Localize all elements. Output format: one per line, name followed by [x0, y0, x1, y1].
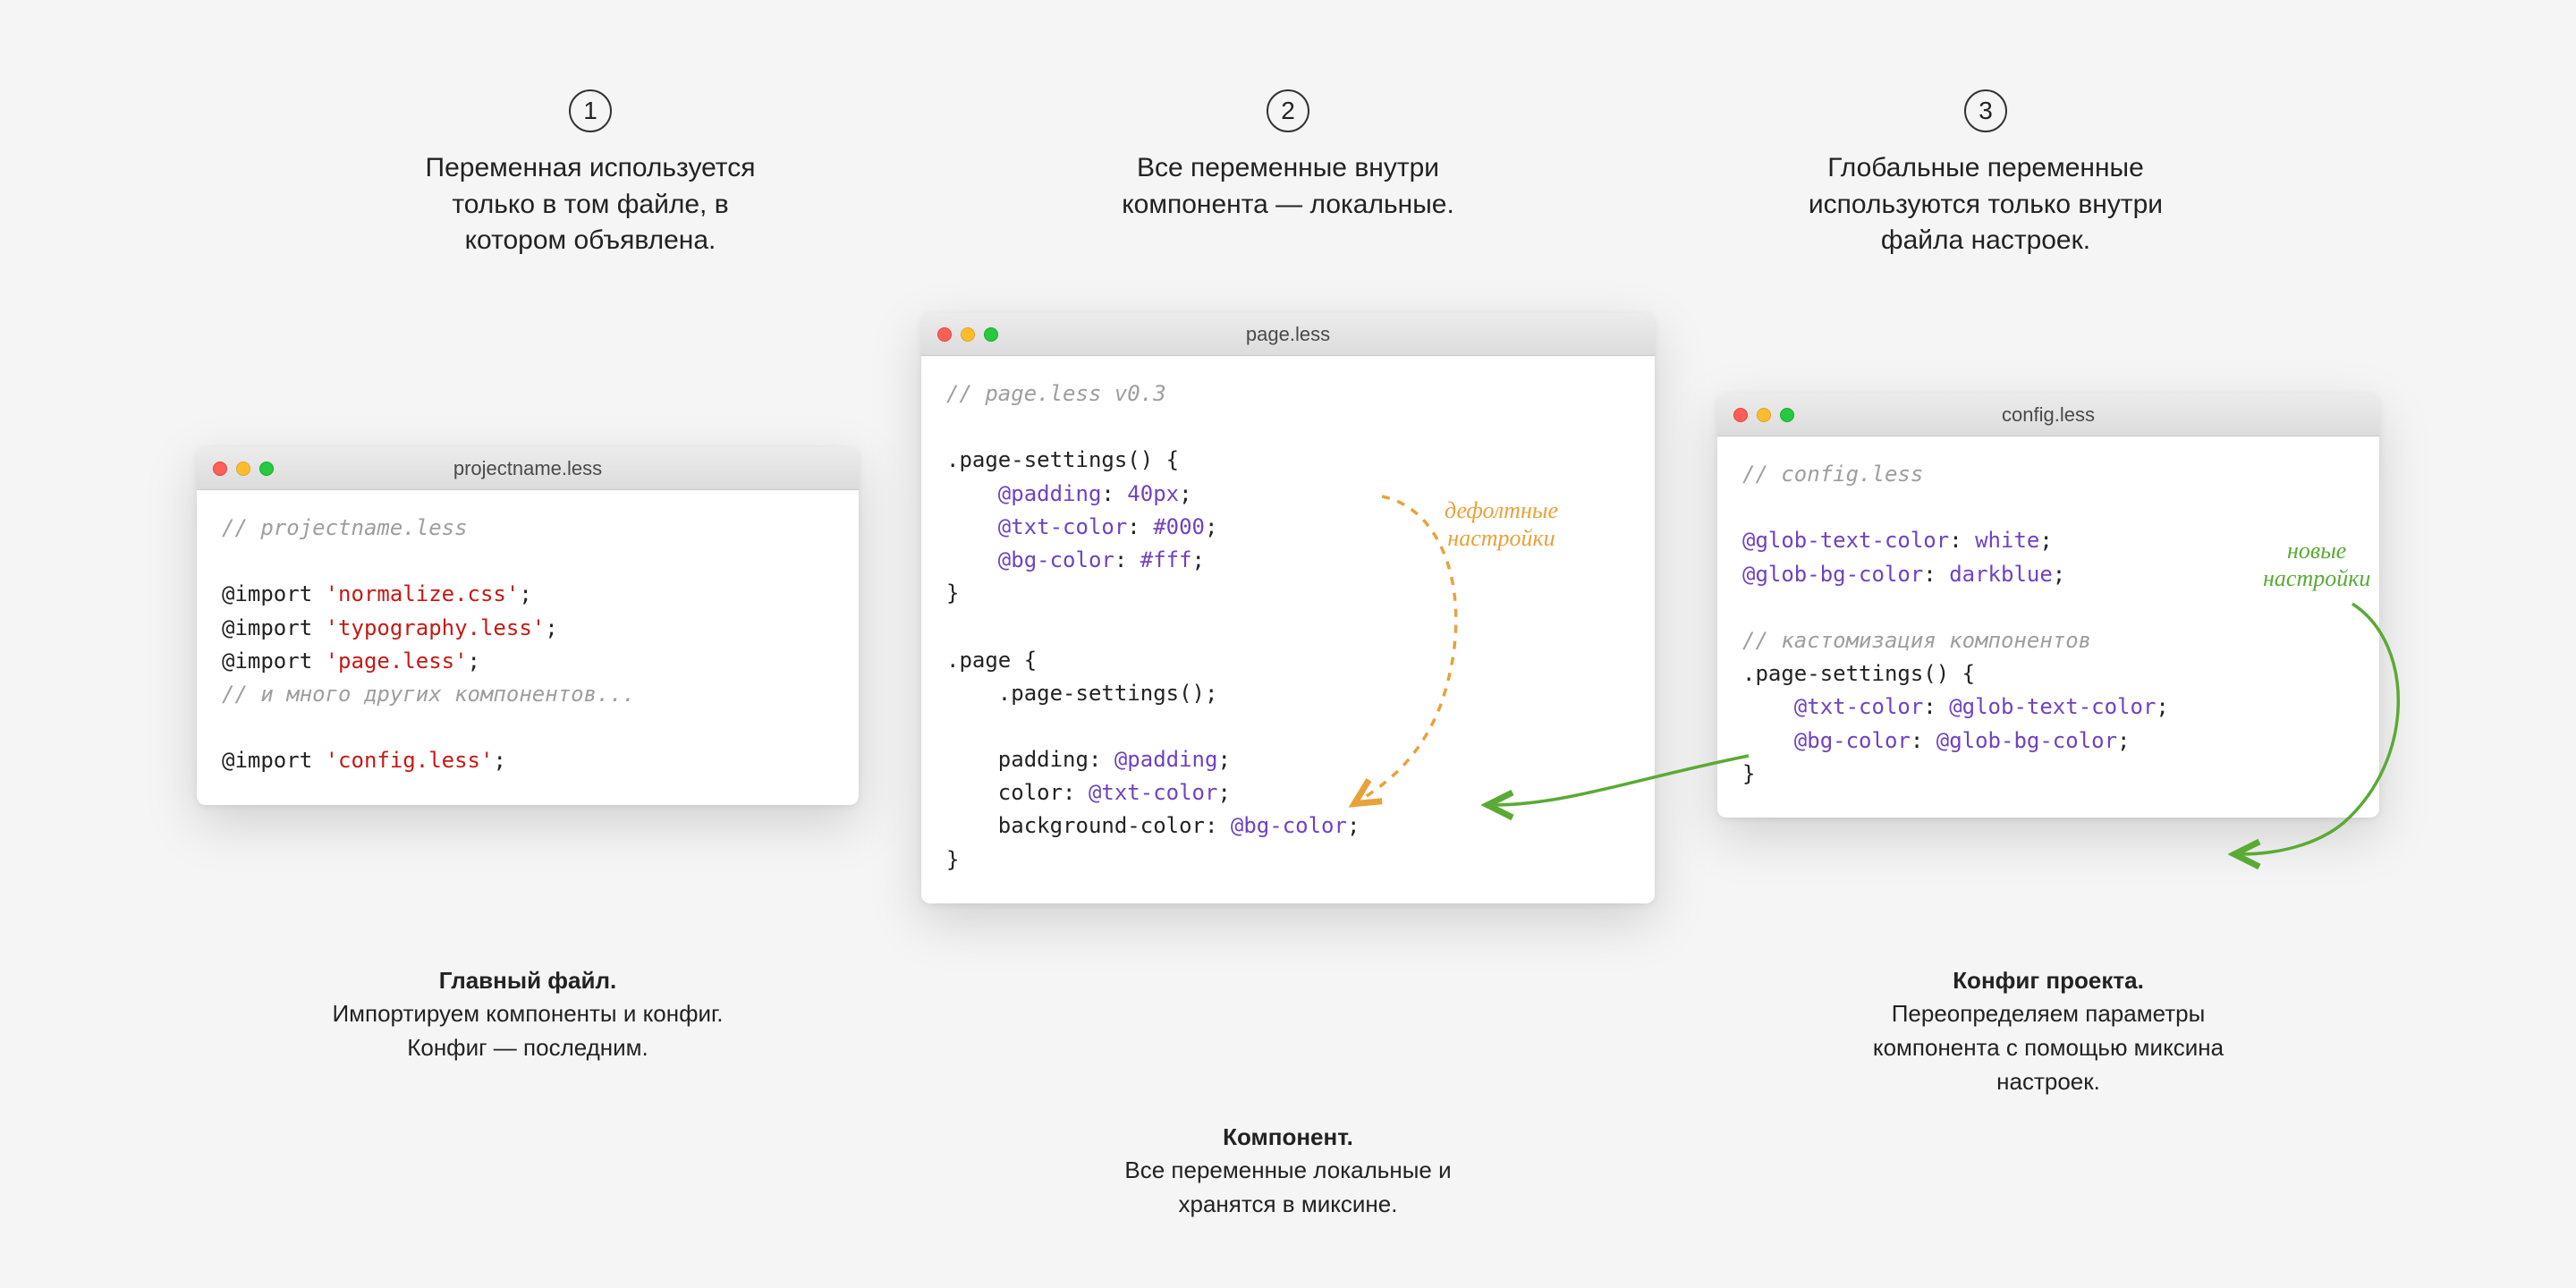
code-page: // page.less v0.3 .page-settings() { @pa… [921, 356, 1655, 903]
code-projectname: // projectname.less @import 'normalize.c… [197, 490, 859, 805]
window-config: config.less // config.less @glob-text-co… [1717, 394, 2379, 818]
caption-component: Компонент. Все переменные локальные и хр… [1029, 1087, 1547, 1255]
window-title: config.less [1717, 403, 2379, 427]
window-projectname: projectname.less // projectname.less @im… [197, 447, 859, 805]
step-2-number: 2 [1267, 89, 1309, 132]
step-2-desc: Все переменные внутри компонента — локал… [1046, 150, 1530, 223]
note-new-settings: новые настройки [2263, 537, 2370, 592]
step-1-desc: Переменная используется только в том фай… [349, 150, 832, 259]
window-page: page.less // page.less v0.3 .page-settin… [921, 313, 1655, 903]
step-3-header: 3 Глобальные переменные используются тол… [1744, 89, 2227, 259]
step-1-header: 1 Переменная используется только в том ф… [349, 89, 832, 259]
note-default-settings: дефолтные настройки [1445, 496, 1558, 552]
caption-main-file: Главный файл. Импортируем компоненты и к… [268, 930, 787, 1098]
titlebar: projectname.less [197, 447, 859, 490]
code-config: // config.less @glob-text-color: white; … [1717, 436, 2379, 818]
titlebar: page.less [921, 313, 1655, 356]
titlebar: config.less [1717, 394, 2379, 436]
step-2-header: 2 Все переменные внутри компонента — лок… [1046, 89, 1530, 223]
caption-config: Конфиг проекта. Переопределяем параметры… [1789, 930, 2308, 1132]
window-title: projectname.less [197, 457, 859, 480]
window-title: page.less [921, 323, 1655, 346]
step-3-number: 3 [1964, 89, 2007, 132]
step-1-number: 1 [569, 89, 612, 132]
step-3-desc: Глобальные переменные используются тольк… [1744, 150, 2227, 259]
